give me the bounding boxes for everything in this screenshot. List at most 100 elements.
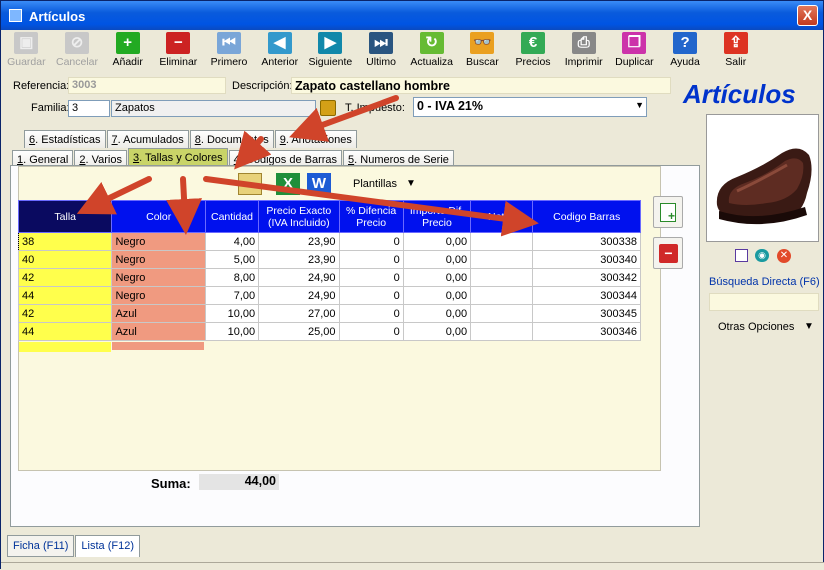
cell-cantidad[interactable]: 7,00 [204, 286, 260, 305]
column-header-difencia-precio[interactable]: % Difencia Precio [338, 200, 404, 233]
familia-code-field[interactable]: 3 [68, 100, 110, 117]
descripcion-field[interactable]: Zapato castellano hombre [291, 77, 671, 94]
tab-documentos[interactable]: 8. Documentos [189, 130, 274, 148]
cell-talla[interactable]: 38 [17, 232, 113, 251]
cell-precio-exacto-iva-incluido[interactable]: 23,90 [258, 250, 340, 269]
cell-talla[interactable]: 40 [17, 250, 113, 269]
busqueda-input[interactable] [709, 293, 819, 311]
cell-difencia-precio[interactable]: 0 [338, 286, 404, 305]
cell-cantidad[interactable]: 10,00 [204, 322, 260, 341]
actualiza-button[interactable]: ↻ Actualiza [406, 30, 457, 73]
cell-talla[interactable]: 44 [17, 322, 113, 341]
referencia-field[interactable]: 3003 [68, 77, 226, 94]
cell-difencia-precio[interactable]: 0 [338, 322, 404, 341]
cell-importe-dif-precio[interactable]: 0,00 [402, 232, 472, 251]
eliminar-button[interactable]: − Eliminar [153, 30, 204, 73]
guardar-button[interactable]: ▣ Guardar [1, 30, 52, 73]
cell-color[interactable]: Negro [111, 232, 206, 251]
siguiente-button[interactable]: ▶ Siguiente [305, 30, 356, 73]
column-header-codigo-barras[interactable]: Codigo Barras [532, 200, 641, 233]
cell-cantidad[interactable]: 10,00 [204, 304, 260, 323]
template-icon[interactable] [238, 173, 262, 195]
table-row[interactable]: 38 Negro 4,00 23,90 0 0,00 300338 [17, 232, 641, 251]
remove-image-icon[interactable]: ✕ [777, 249, 791, 263]
column-header-color[interactable]: Color [111, 200, 206, 233]
cell-notas[interactable] [470, 232, 534, 251]
tab-ficha-f11[interactable]: Ficha (F11) [7, 535, 75, 557]
anadir-button[interactable]: + Añadir [102, 30, 153, 73]
plantillas-label[interactable]: Plantillas [353, 178, 397, 190]
chevron-down-icon[interactable]: ▼ [406, 178, 416, 189]
ayuda-button[interactable]: ? Ayuda [660, 30, 711, 73]
column-header-importe-dif-precio[interactable]: Importe Dif. Precio [402, 200, 472, 233]
column-header-talla[interactable]: Talla [17, 200, 113, 233]
tab-acumulados[interactable]: 7. Acumulados [106, 130, 189, 148]
cell-color[interactable]: Azul [111, 322, 206, 341]
cell-color[interactable]: Negro [111, 268, 206, 287]
cell-color[interactable]: Azul [111, 304, 206, 323]
cell-difencia-precio[interactable]: 0 [338, 232, 404, 251]
otras-opciones-label[interactable]: Otras Opciones [718, 321, 794, 333]
cell-notas[interactable] [470, 304, 534, 323]
column-header-cantidad[interactable]: Cantidad [204, 200, 260, 233]
cell-codigo-barras[interactable]: 300338 [532, 232, 641, 251]
add-row-button[interactable]: + [653, 196, 683, 228]
table-row[interactable]: 44 Azul 10,00 25,00 0 0,00 300346 [17, 322, 641, 341]
cell-notas[interactable] [470, 286, 534, 305]
close-button[interactable]: X [797, 5, 818, 26]
search-familia-icon[interactable] [320, 100, 336, 116]
cell-notas[interactable] [470, 268, 534, 287]
cell-talla[interactable]: 42 [17, 268, 113, 287]
cell-importe-dif-precio[interactable]: 0,00 [402, 250, 472, 269]
cell-codigo-barras[interactable]: 300346 [532, 322, 641, 341]
cell-talla[interactable]: 44 [17, 286, 113, 305]
cell-precio-exacto-iva-incluido[interactable]: 25,00 [258, 322, 340, 341]
cell-cantidad[interactable]: 8,00 [204, 268, 260, 287]
table-row[interactable]: 44 Negro 7,00 24,90 0 0,00 300344 [17, 286, 641, 305]
cell-importe-dif-precio[interactable]: 0,00 [402, 286, 472, 305]
window-icon[interactable] [735, 249, 748, 262]
cell-precio-exacto-iva-incluido[interactable]: 27,00 [258, 304, 340, 323]
cell-precio-exacto-iva-incluido[interactable]: 24,90 [258, 286, 340, 305]
cell-codigo-barras[interactable]: 300345 [532, 304, 641, 323]
cell-codigo-barras[interactable]: 300342 [532, 268, 641, 287]
ultimo-button[interactable]: ⏭ Ultimo [356, 30, 407, 73]
cell-cantidad[interactable]: 5,00 [204, 250, 260, 269]
tab-estadisticas[interactable]: 6. Estadísticas [24, 130, 106, 148]
primero-button[interactable]: ⏮ Primero [204, 30, 255, 73]
cancelar-button[interactable]: ⊘ Cancelar [52, 30, 103, 73]
cell-importe-dif-precio[interactable]: 0,00 [402, 304, 472, 323]
cell-precio-exacto-iva-incluido[interactable]: 23,90 [258, 232, 340, 251]
word-icon[interactable]: W [307, 173, 331, 195]
imprimir-button[interactable]: ⎙ Imprimir [558, 30, 609, 73]
cell-notas[interactable] [470, 250, 534, 269]
anterior-button[interactable]: ◀ Anterior [254, 30, 305, 73]
buscar-button[interactable]: 👓 Buscar [457, 30, 508, 73]
table-row[interactable]: 40 Negro 5,00 23,90 0 0,00 300340 [17, 250, 641, 269]
cell-talla[interactable]: 42 [17, 304, 113, 323]
precios-button[interactable]: € Precios [508, 30, 559, 73]
cell-codigo-barras[interactable]: 300344 [532, 286, 641, 305]
excel-icon[interactable]: X [276, 173, 300, 195]
tab-lista-f12[interactable]: Lista (F12) [75, 535, 140, 557]
cell-difencia-precio[interactable]: 0 [338, 304, 404, 323]
cell-cantidad[interactable]: 4,00 [204, 232, 260, 251]
cell-precio-exacto-iva-incluido[interactable]: 24,90 [258, 268, 340, 287]
duplicar-button[interactable]: ❐ Duplicar [609, 30, 660, 73]
cell-importe-dif-precio[interactable]: 0,00 [402, 268, 472, 287]
cell-color[interactable]: Negro [111, 286, 206, 305]
cell-color[interactable]: Negro [111, 250, 206, 269]
cell-notas[interactable] [470, 322, 534, 341]
cell-difencia-precio[interactable]: 0 [338, 250, 404, 269]
table-row[interactable]: 42 Negro 8,00 24,90 0 0,00 300342 [17, 268, 641, 287]
delete-row-button[interactable]: − [653, 237, 683, 269]
cell-codigo-barras[interactable]: 300340 [532, 250, 641, 269]
salir-button[interactable]: ⇪ Salir [710, 30, 761, 73]
column-header-precio-exacto-iva-incluido[interactable]: Precio Exacto (IVA Incluido) [258, 200, 340, 233]
table-row[interactable]: 42 Azul 10,00 27,00 0 0,00 300345 [17, 304, 641, 323]
column-header-notas[interactable]: Notas [470, 200, 534, 233]
impuesto-select[interactable]: 0 - IVA 21% ▼ [413, 97, 647, 117]
cell-difencia-precio[interactable]: 0 [338, 268, 404, 287]
cell-importe-dif-precio[interactable]: 0,00 [402, 322, 472, 341]
view-icon[interactable]: ◉ [755, 249, 769, 262]
